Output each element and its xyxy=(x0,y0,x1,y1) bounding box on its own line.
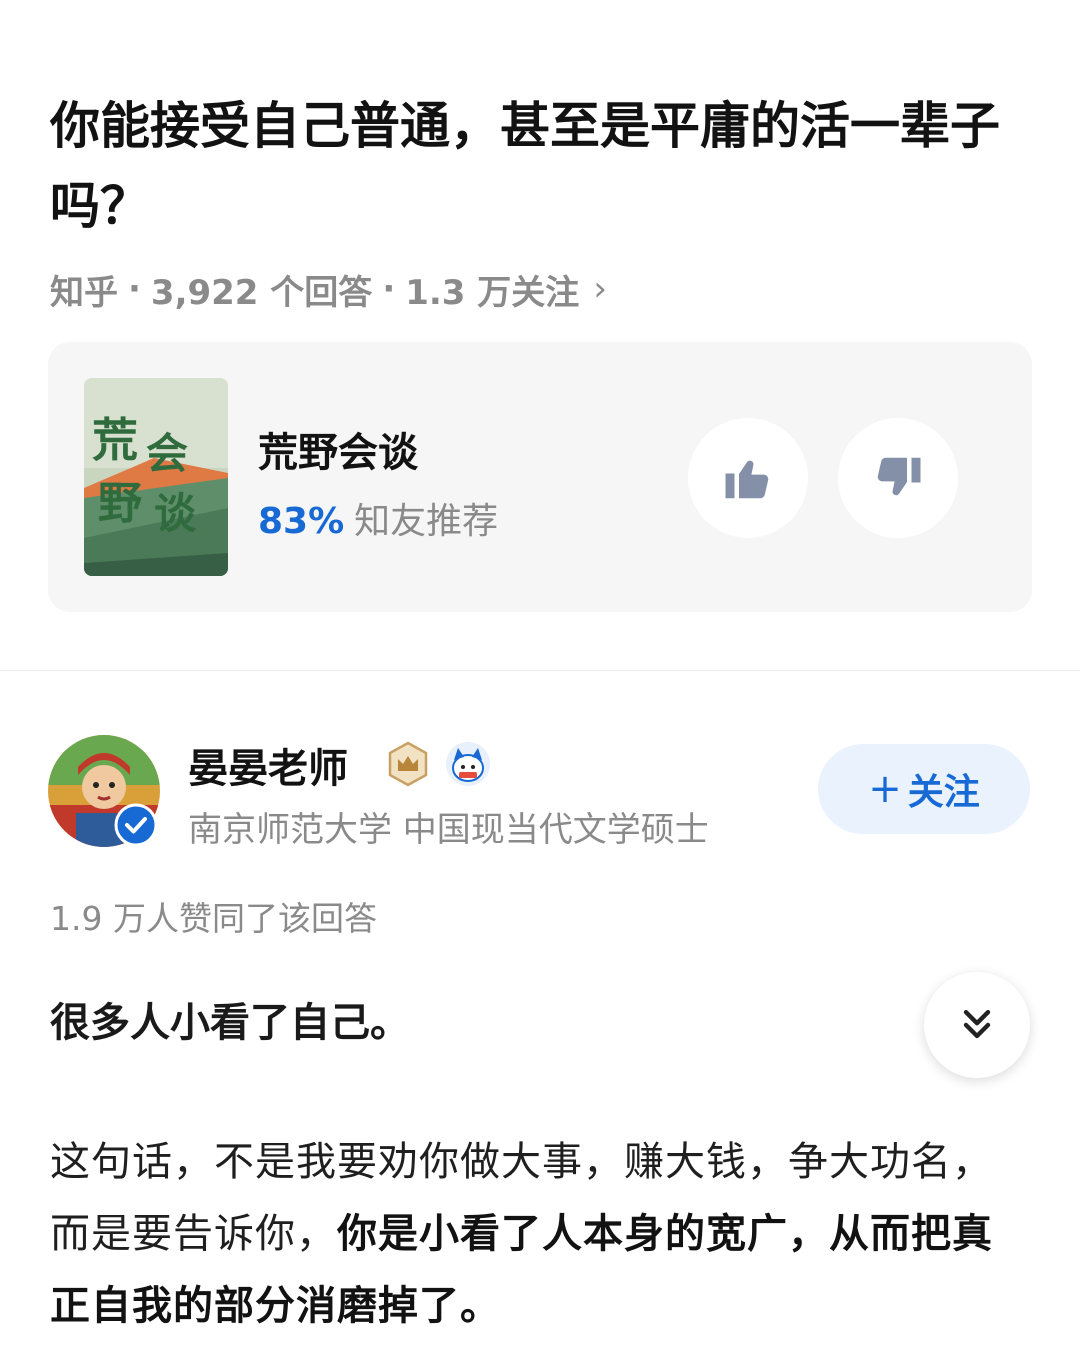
meta-separator: · xyxy=(382,269,396,309)
author-description: 南京师范大学 中国现当代文学硕士 xyxy=(188,810,709,850)
recommendation-card[interactable]: 荒 会 野 谈 荒野会谈 83% 知友推荐 xyxy=(48,342,1032,612)
question-title[interactable]: 你能接受自己普通，甚至是平庸的活一辈子吗？ xyxy=(50,86,1040,246)
expand-button[interactable] xyxy=(924,972,1030,1078)
svg-text:野: 野 xyxy=(98,478,142,529)
follow-label: 关注 xyxy=(907,772,980,813)
follow-button[interactable]: + 关注 xyxy=(818,744,1030,834)
answer-lead[interactable]: 很多人小看了自己。 xyxy=(50,990,410,1048)
plus-icon: + xyxy=(868,766,902,812)
source-label: 知乎 xyxy=(50,272,118,313)
svg-text:谈: 谈 xyxy=(154,489,197,538)
meta-separator: · xyxy=(128,269,141,309)
svg-text:会: 会 xyxy=(146,429,188,478)
card-title[interactable]: 荒野会谈 xyxy=(258,420,418,478)
recommend-rate: 83% 知友推荐 xyxy=(258,492,498,544)
book-cover-image[interactable]: 荒 会 野 谈 xyxy=(84,378,228,576)
chevron-right-icon: › xyxy=(593,269,607,309)
author-name[interactable]: 晏晏老师 xyxy=(188,736,348,794)
follower-count: 1.3 万关注 xyxy=(405,272,580,313)
double-chevron-down-icon xyxy=(963,1009,991,1039)
thumbs-up-icon xyxy=(725,460,769,499)
verified-check-icon xyxy=(114,803,158,847)
svg-text:荒: 荒 xyxy=(92,413,138,467)
avatar[interactable] xyxy=(48,735,160,847)
thumbs-up-button[interactable] xyxy=(688,418,808,538)
recommend-label: 知友推荐 xyxy=(354,501,499,542)
section-divider xyxy=(0,670,1080,671)
like-count: 1.9 万人赞同了该回答 xyxy=(50,899,377,938)
question-meta[interactable]: 知乎 · 3,922 个回答 · 1.3 万关注 › xyxy=(50,262,607,316)
answer-count: 3,922 个回答 xyxy=(150,272,373,313)
mascot-badge-icon[interactable] xyxy=(444,740,492,788)
thumbs-down-button[interactable] xyxy=(838,418,958,538)
recommend-percent: 83% xyxy=(258,501,345,542)
crown-badge-icon[interactable] xyxy=(384,740,432,788)
answer-body[interactable]: 这句话，不是我要劝你做大事，赚大钱，争大功名，而是要告诉你，你是小看了人本身的宽… xyxy=(50,1126,1025,1342)
thumbs-down-icon xyxy=(877,457,921,496)
